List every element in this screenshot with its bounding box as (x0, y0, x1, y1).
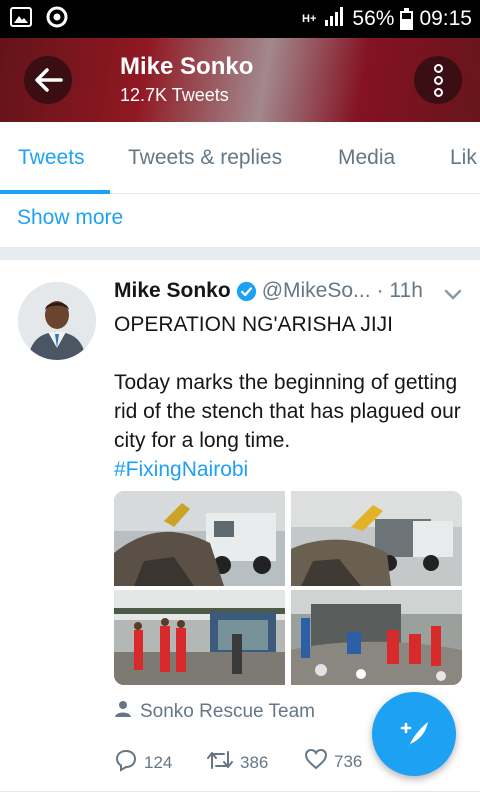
battery-icon (400, 8, 414, 30)
status-bar: H+ 56% 09:15 (0, 0, 480, 38)
retweet-icon (206, 748, 234, 777)
tweet-separator (0, 791, 480, 792)
tweet-timestamp: · 11h (376, 279, 423, 302)
compose-tweet-button[interactable] (372, 692, 456, 776)
show-more-link[interactable]: Show more (17, 206, 123, 230)
tweet-media-grid (114, 491, 462, 685)
chevron-down-icon[interactable] (444, 288, 462, 306)
tweet-author-handle[interactable]: @MikeSo... (262, 279, 371, 303)
tweet-photo-4[interactable] (291, 590, 462, 685)
tweet-photo-2[interactable] (291, 491, 462, 586)
more-options-button[interactable] (414, 56, 462, 104)
hashtag-link[interactable]: #FixingNairobi (114, 458, 248, 481)
tweet-count: 12.7K Tweets (120, 85, 229, 105)
tweet-photo-3[interactable] (114, 590, 285, 685)
reply-button[interactable]: 124 (114, 748, 172, 777)
back-arrow-icon (35, 68, 63, 92)
like-button[interactable]: 736 (304, 748, 362, 775)
battery-level: 56% (352, 7, 395, 30)
network-type: H+ (302, 13, 317, 25)
show-more-row[interactable]: Show more (0, 194, 480, 248)
tab-media[interactable]: Media (338, 122, 395, 194)
tweet-line-2: Today marks the beginning of getting rid… (114, 371, 461, 452)
tweet-author-name[interactable]: Mike Sonko (114, 279, 231, 303)
reply-count: 124 (144, 752, 173, 772)
section-divider (0, 248, 480, 260)
verified-icon (236, 281, 257, 302)
compose-icon (400, 722, 428, 748)
person-icon (114, 700, 132, 724)
avatar[interactable] (18, 282, 96, 360)
like-count: 736 (334, 751, 363, 771)
tweet-actions: 124 386 736 (114, 748, 374, 776)
tweet-text: OPERATION NG'ARISHA JIJI Today marks the… (114, 310, 464, 484)
app-screen: H+ 56% 09:15 Mike Sonko 12.7K Tweets Twe… (0, 0, 480, 800)
media-attribution[interactable]: Sonko Rescue Team (114, 700, 315, 724)
reply-icon (114, 748, 138, 777)
profile-header: Mike Sonko 12.7K Tweets (0, 38, 480, 122)
chrome-icon (46, 6, 68, 33)
retweet-count: 386 (240, 752, 269, 772)
tweet-photo-1[interactable] (114, 491, 285, 586)
tab-tweets-replies[interactable]: Tweets & replies (128, 122, 282, 194)
tweet-line-1: OPERATION NG'ARISHA JIJI (114, 313, 393, 336)
retweet-button[interactable]: 386 (206, 748, 268, 777)
tweet-header: Mike Sonko @MikeSo... · 11h (114, 279, 423, 303)
clock: 09:15 (419, 7, 472, 30)
signal-icon (324, 6, 346, 32)
back-button[interactable] (24, 56, 72, 104)
profile-tabs: Tweets Tweets & replies Media Lik (0, 122, 480, 194)
tab-likes[interactable]: Lik (450, 122, 477, 194)
attribution-label: Sonko Rescue Team (140, 701, 315, 722)
tab-tweets[interactable]: Tweets (18, 122, 85, 194)
profile-name: Mike Sonko (120, 53, 254, 80)
like-icon (304, 748, 328, 775)
image-icon (10, 6, 32, 32)
more-icon (433, 63, 443, 73)
